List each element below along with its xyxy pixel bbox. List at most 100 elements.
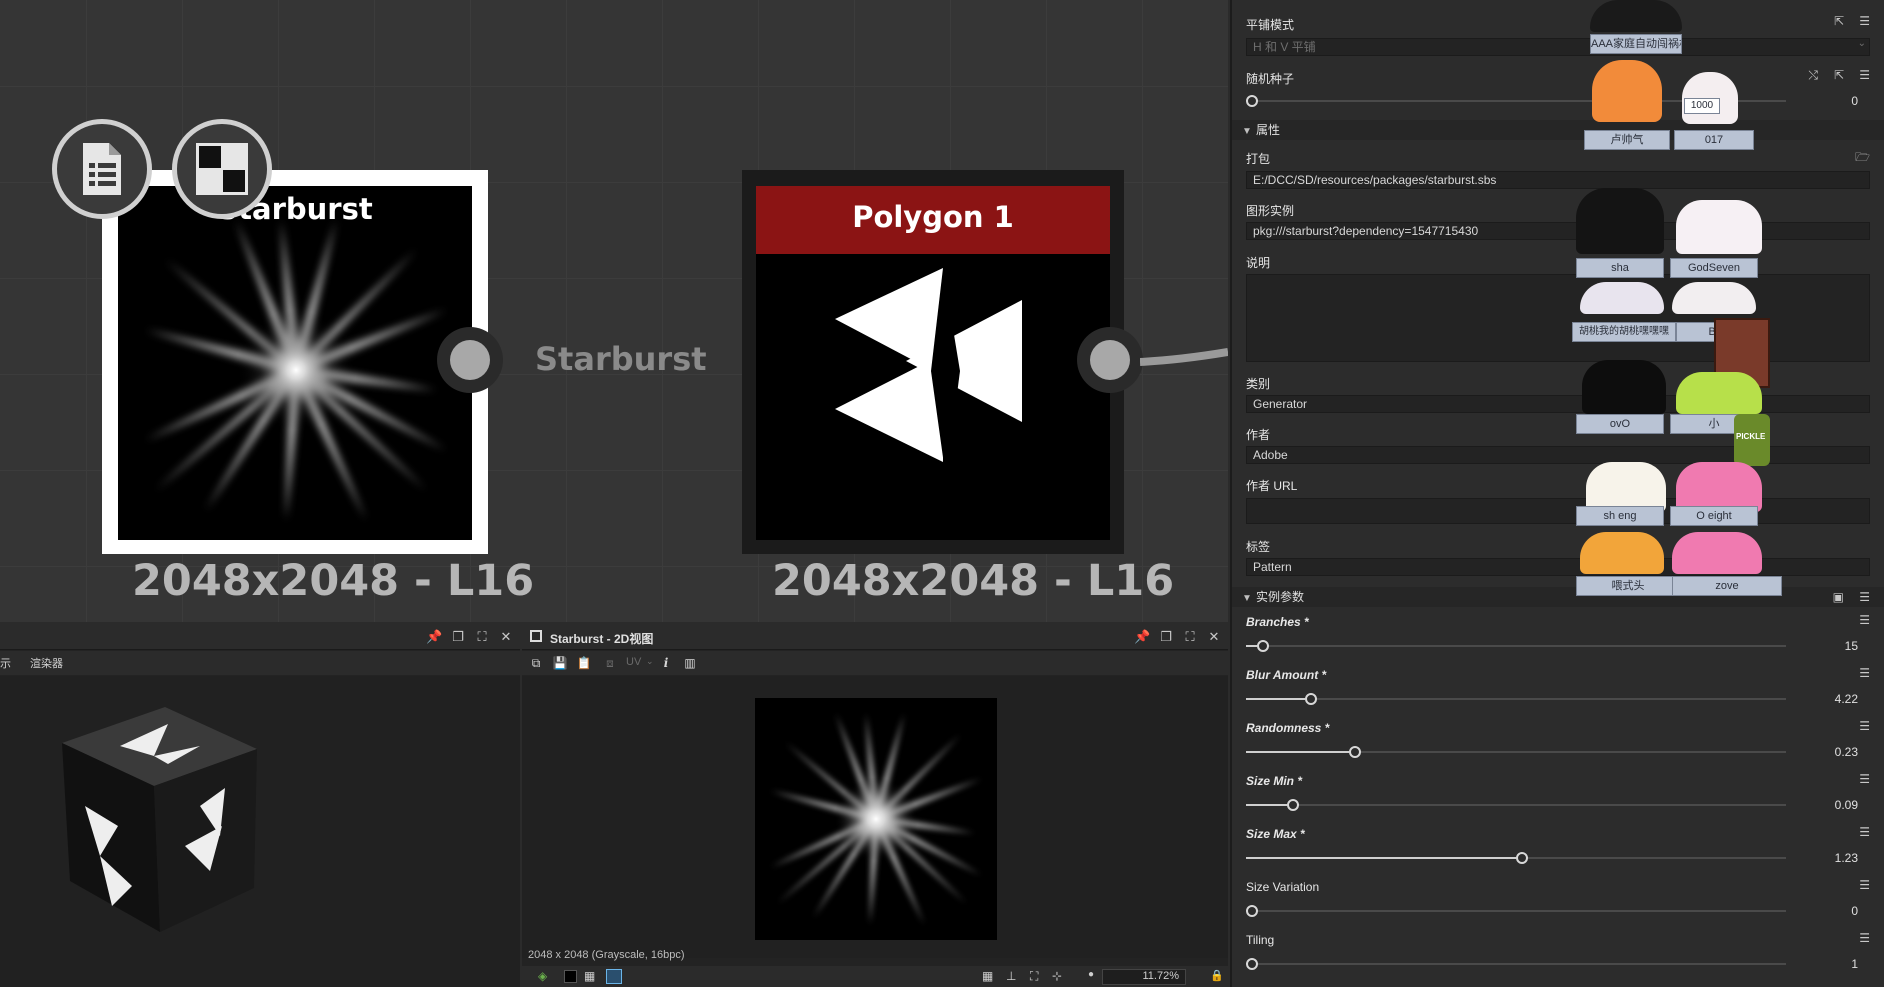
tags-field[interactable]: Pattern [1246,558,1870,576]
attributes-section-header[interactable]: ▼ 属性 [1232,120,1884,140]
2d-panel-title: Starburst - 2D视图 [550,632,654,646]
param-menu-icon[interactable]: ☰ [1859,613,1870,627]
starburst-output-port[interactable] [437,327,503,393]
histogram-icon[interactable]: ▥ [682,655,698,671]
param-menu-icon[interactable]: ☰ [1859,666,1870,680]
param-label: Size Min * [1246,774,1303,788]
random-seed-value: 0 [1851,94,1858,108]
author-field[interactable]: Adobe [1246,446,1870,464]
seed-inherit-icon[interactable]: ⇱ [1834,68,1844,82]
param-slider-knob[interactable] [1246,905,1258,917]
category-label: 类别 [1246,377,1271,391]
param-slider[interactable] [1246,905,1786,917]
cat-sprite [1576,188,1664,254]
param-slider-knob[interactable] [1256,640,1269,652]
param-slider-knob[interactable] [1305,693,1318,705]
cat-sprite [1582,360,1666,414]
pin-icon[interactable]: 📌 [1134,629,1150,645]
clipboard-icon[interactable]: 📋 [576,655,592,671]
tiling-inherit-icon[interactable]: ⇱ [1834,14,1844,28]
param-slider-knob[interactable] [1348,746,1361,758]
restore-icon[interactable]: ❐ [1158,629,1174,645]
3d-viewport[interactable] [0,676,520,987]
param-slider-knob[interactable] [1246,958,1258,970]
maximize-icon[interactable]: ⛶ [474,629,490,645]
author-url-field[interactable] [1246,498,1870,524]
connection-wire [1140,348,1228,366]
zoom-field[interactable]: 11.72% [1102,969,1186,985]
param-menu-icon[interactable]: ☰ [1859,772,1870,786]
shuffle-icon[interactable]: ⤭ [1808,68,1818,83]
instance-params-section-header[interactable]: ▼ 实例参数 [1232,587,1884,607]
tiling-mode-select[interactable]: H 和 V 平铺 [1246,38,1870,56]
graph-canvas[interactable]: Starburst 2048x2048 - L16 Starburst Poly… [0,0,1228,622]
pin-icon[interactable]: 📌 [426,629,442,645]
axis-icon[interactable]: ⊥ [1006,969,1016,983]
restore-icon[interactable]: ❐ [450,629,466,645]
menu-renderer[interactable]: 渲染器 [30,655,63,671]
random-seed-knob[interactable] [1246,95,1258,107]
polygon-node-title: Polygon 1 [852,200,1014,234]
param-menu-icon[interactable]: ☰ [1859,878,1870,892]
cat-sprite [1580,532,1664,574]
param-slider-knob[interactable] [1286,799,1299,811]
param-menu-icon[interactable]: ☰ [1859,931,1870,945]
param-slider[interactable] [1246,852,1786,864]
preset-icon[interactable]: ▣ [1833,590,1844,604]
polygon-node[interactable]: Polygon 1 [742,170,1124,554]
description-textarea[interactable] [1246,274,1870,362]
param-menu-icon[interactable]: ☰ [1859,825,1870,839]
copy-icon[interactable]: ⧉ [528,655,544,671]
param-slider-fill [1246,645,1257,647]
fit-icon[interactable]: ⛶ [1030,969,1038,984]
param-slider[interactable] [1246,799,1786,811]
close-icon[interactable]: ✕ [498,629,514,645]
polygon-output-port[interactable] [1077,327,1143,393]
black-swatch[interactable] [564,970,577,983]
graph-instance-field[interactable]: pkg:///starburst?dependency=1547715430 [1246,222,1870,240]
param-label: Size Max * [1246,827,1305,841]
cat-sprite [1672,282,1756,314]
param-slider[interactable] [1246,958,1786,970]
category-field[interactable]: Generator [1246,395,1870,413]
save-icon[interactable]: 💾 [552,655,568,671]
tiling-menu-icon[interactable]: ☰ [1859,14,1870,28]
cat-tag: AAA家庭自动闯祸机 [1590,34,1682,54]
grid-toggle-icon[interactable]: ▦ [584,969,595,983]
param-slider[interactable] [1246,693,1786,705]
seed-menu-icon[interactable]: ☰ [1859,68,1870,82]
checker-icon[interactable] [172,119,272,219]
params-menu-icon[interactable]: ☰ [1859,590,1870,604]
center-icon[interactable]: ⊹ [1052,969,1062,983]
param-slider-knob[interactable] [1516,852,1528,864]
maximize-icon[interactable]: ⛶ [1182,629,1198,645]
pickle-label: PICKLE [1736,432,1766,441]
layers-icon[interactable]: ◈ [538,969,547,983]
starburst-node[interactable]: Starburst [102,170,488,554]
tiling-chevron-icon: ⌄ [1857,38,1866,49]
cat-tag: 胡桃我的胡桃嘿嘿嘿 [1572,322,1676,342]
properties-panel: 平铺模式 ⇱ ☰ H 和 V 平铺 ⌄ 随机种子 ⤭ ⇱ ☰ 0 ▼ 属性 打包 … [1230,0,1884,987]
cat-sprite [1586,462,1666,512]
2d-viewport[interactable] [522,676,1228,958]
param-slider[interactable] [1246,640,1786,652]
grid-icon[interactable]: ▦ [982,969,993,983]
document-icon[interactable] [52,119,152,219]
tags-label: 标签 [1246,540,1271,554]
close-icon[interactable]: ✕ [1206,629,1222,645]
package-field[interactable]: E:/DCC/SD/resources/packages/starburst.s… [1246,171,1870,189]
color-view-icon[interactable] [606,969,622,984]
starburst-output-label: Starburst [535,340,707,378]
cat-sprite [1580,282,1664,314]
lock-icon[interactable]: 🔒 [1210,969,1224,982]
param-menu-icon[interactable]: ☰ [1859,719,1870,733]
cat-sprite [1676,372,1762,414]
param-slider[interactable] [1246,746,1786,758]
info-icon[interactable]: i [658,655,674,671]
uv-dropdown[interactable]: UV [626,656,641,668]
menu-display[interactable]: 示 [0,655,11,671]
param-slider-fill [1246,857,1516,859]
2d-bottom-bar: ◈ ▦ ▦ ⊥ ⛶ ⊹ ● 11.72% 🔒 [522,966,1228,987]
folder-icon[interactable]: 🗁 [1855,148,1870,169]
layout-icon[interactable]: ⧈ [602,655,618,671]
